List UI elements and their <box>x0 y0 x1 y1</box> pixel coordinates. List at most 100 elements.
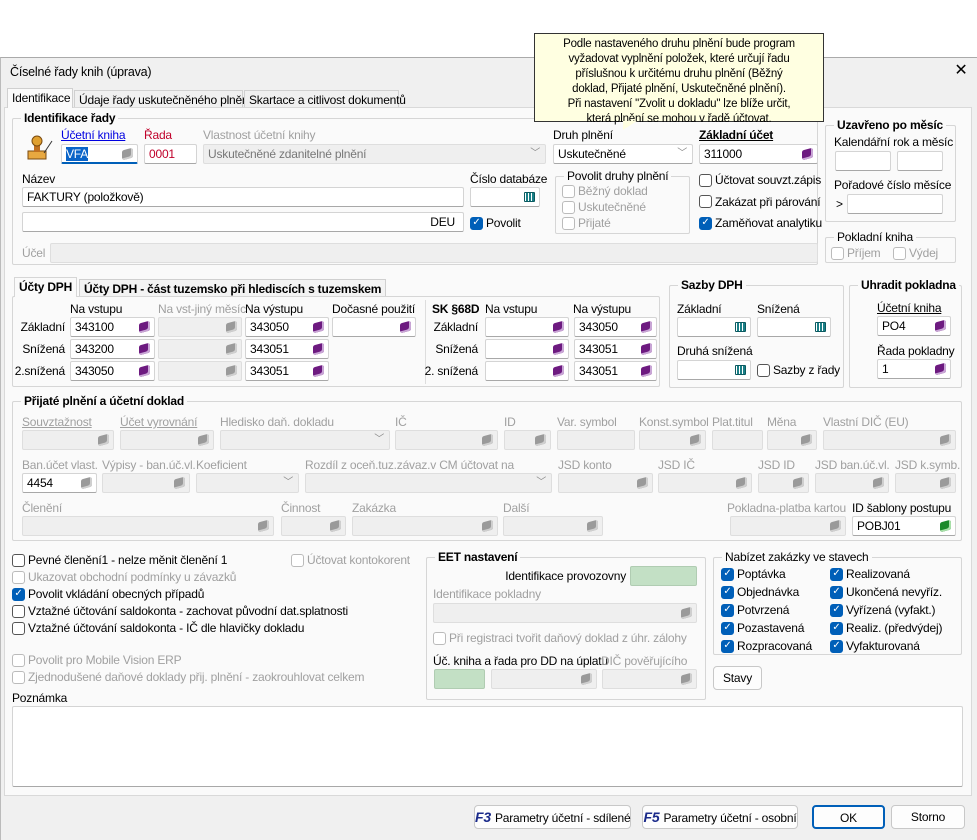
cislo-databaze-field[interactable] <box>470 187 540 207</box>
stavy-button[interactable]: Stavy <box>713 666 762 690</box>
book-lookup-icon[interactable] <box>641 320 652 334</box>
ident-checkbox[interactable]: Účtovat souvzt.zápis <box>699 173 821 187</box>
chevron-down-icon[interactable]: ﹀ <box>283 476 293 490</box>
dph-vstup-field[interactable]: 343100 <box>70 317 155 337</box>
sazby-zakladni-field[interactable] <box>677 317 751 337</box>
nazev-field[interactable]: FAKTURY (položkově) <box>22 187 464 207</box>
ucetni-kniha-link[interactable]: Účetní kniha <box>61 128 126 142</box>
book-lookup-icon[interactable] <box>681 606 692 620</box>
book-lookup-icon[interactable] <box>226 364 237 378</box>
book-lookup-icon[interactable] <box>637 476 648 490</box>
option-checkbox[interactable]: Vztažné účtování saldokonta - IČ dle hla… <box>12 621 304 635</box>
zakladni-ucet-field[interactable]: 311000 <box>699 144 818 164</box>
book-lookup-icon[interactable] <box>330 519 341 533</box>
zakazka-stav-checkbox[interactable]: ✓ Potvrzená <box>721 603 789 617</box>
book-lookup-icon[interactable] <box>553 364 564 378</box>
book-lookup-icon[interactable] <box>681 672 692 686</box>
book-lookup-icon[interactable] <box>581 672 592 686</box>
sk-vstup-field[interactable] <box>485 339 569 359</box>
mesic-field[interactable] <box>897 151 943 171</box>
book-lookup-icon[interactable] <box>313 364 324 378</box>
ok-button[interactable]: OK <box>812 805 885 829</box>
zakazka-stav-checkbox[interactable]: ✓ Poptávka <box>721 567 786 581</box>
tab-1[interactable]: Údaje řady uskutečněného plnění <box>74 90 252 108</box>
dph-vystup-field[interactable]: 343051 <box>245 339 329 359</box>
book-lookup-icon[interactable] <box>940 476 951 490</box>
povolit-checkbox[interactable]: ✓ Povolit <box>470 216 521 230</box>
sazby-druha-field[interactable] <box>677 360 751 380</box>
book-lookup-icon[interactable] <box>935 319 946 333</box>
book-lookup-icon[interactable] <box>482 519 493 533</box>
poznamka-textarea[interactable] <box>12 706 963 787</box>
rok-field[interactable] <box>835 151 891 171</box>
zakazka-stav-checkbox[interactable]: ✓ Vyfakturovaná <box>830 639 920 653</box>
book-lookup-icon[interactable] <box>482 433 493 447</box>
kniha-dd-field[interactable] <box>434 669 485 689</box>
storno-button[interactable]: Storno <box>891 805 965 829</box>
tab-0[interactable]: Identifikace <box>7 88 73 108</box>
tab-2[interactable]: Skartace a citlivost dokumentů <box>244 90 406 108</box>
option-checkbox[interactable]: Vztažné účtování saldokonta - zachovat p… <box>12 604 348 618</box>
chevron-down-icon[interactable]: ﹀ <box>530 147 540 161</box>
book-lookup-icon[interactable] <box>935 362 946 376</box>
book-lookup-icon[interactable] <box>553 342 564 356</box>
prijate-field[interactable]: POBJ01 <box>852 516 956 536</box>
close-icon[interactable]: ✕ <box>952 62 970 80</box>
book-lookup-icon[interactable] <box>801 433 812 447</box>
book-lookup-icon[interactable] <box>198 433 209 447</box>
book-lookup-icon[interactable] <box>226 320 237 334</box>
chevron-down-icon[interactable]: ﹀ <box>374 433 384 447</box>
sk-vstup-field[interactable] <box>485 317 569 337</box>
nazev2-field[interactable]: DEU <box>22 212 464 232</box>
sk-vystup-field[interactable]: 343051 <box>574 361 657 381</box>
zakazka-stav-checkbox[interactable]: ✓ Rozpracovaná <box>721 639 812 653</box>
book-lookup-icon[interactable] <box>535 433 546 447</box>
sazby-z-rady-checkbox[interactable]: Sazby z řady <box>757 363 840 377</box>
book-lookup-icon[interactable] <box>553 320 564 334</box>
calculator-icon[interactable] <box>735 322 746 332</box>
book-lookup-icon[interactable] <box>226 342 237 356</box>
book-lookup-icon[interactable] <box>122 147 133 161</box>
tab-ucty-dph-tuzemsko[interactable]: Účty DPH - část tuzemsko při hlediscích … <box>79 279 387 297</box>
rada-pokladny-field[interactable]: 1 <box>877 359 951 379</box>
book-lookup-icon[interactable] <box>587 519 598 533</box>
book-lookup-icon[interactable] <box>641 342 652 356</box>
book-lookup-icon[interactable] <box>139 320 150 334</box>
book-lookup-icon[interactable] <box>940 519 951 533</box>
dph-vstup-field[interactable]: 343050 <box>70 361 155 381</box>
prijate-field[interactable]: 4454 <box>22 473 97 493</box>
book-lookup-icon[interactable] <box>98 433 109 447</box>
poradove-cislo-field[interactable] <box>847 194 943 214</box>
chevron-down-icon[interactable]: ﹀ <box>677 147 687 161</box>
ucetni-kniha-field[interactable]: VFA <box>61 144 138 164</box>
zakazka-stav-checkbox[interactable]: ✓ Pozastavená <box>721 621 804 635</box>
sk-vstup-field[interactable] <box>485 361 569 381</box>
ident-checkbox[interactable]: ✓ Zaměňovat analytiku <box>699 216 822 230</box>
zakazka-stav-checkbox[interactable]: ✓ Realiz. (předvýdej) <box>830 621 942 635</box>
calculator-icon[interactable] <box>524 192 535 202</box>
parametry-sdilene-button[interactable]: F3 Parametry účetní - sdílené <box>474 805 631 829</box>
calculator-icon[interactable] <box>735 365 746 375</box>
book-lookup-icon[interactable] <box>174 476 185 490</box>
book-lookup-icon[interactable] <box>313 320 324 334</box>
parametry-osobni-button[interactable]: F5 Parametry účetní - osobní <box>642 805 798 829</box>
uhradit-kniha-field[interactable]: PO4 <box>877 316 951 336</box>
rada-field[interactable]: 0001 <box>144 144 197 164</box>
uhradit-kniha-link[interactable]: Účetní kniha <box>877 301 942 315</box>
druh-plneni-select[interactable]: Uskutečněné ﹀ <box>553 144 693 164</box>
book-lookup-icon[interactable] <box>258 519 269 533</box>
book-lookup-icon[interactable] <box>139 342 150 356</box>
dph-vstup-field[interactable]: 343200 <box>70 339 155 359</box>
tab-ucty-dph[interactable]: Účty DPH <box>14 277 78 297</box>
book-lookup-icon[interactable] <box>690 433 701 447</box>
book-lookup-icon[interactable] <box>830 519 841 533</box>
provozovna-field[interactable] <box>630 566 697 586</box>
book-lookup-icon[interactable] <box>940 433 951 447</box>
sazby-snizena-field[interactable] <box>757 317 831 337</box>
chevron-down-icon[interactable]: ﹀ <box>536 476 546 490</box>
zakazka-stav-checkbox[interactable]: ✓ Ukončená nevyříz. <box>830 585 942 599</box>
zakazka-stav-checkbox[interactable]: ✓ Realizovaná <box>830 567 910 581</box>
book-lookup-icon[interactable] <box>313 342 324 356</box>
book-lookup-icon[interactable] <box>736 476 747 490</box>
calculator-icon[interactable] <box>815 322 826 332</box>
